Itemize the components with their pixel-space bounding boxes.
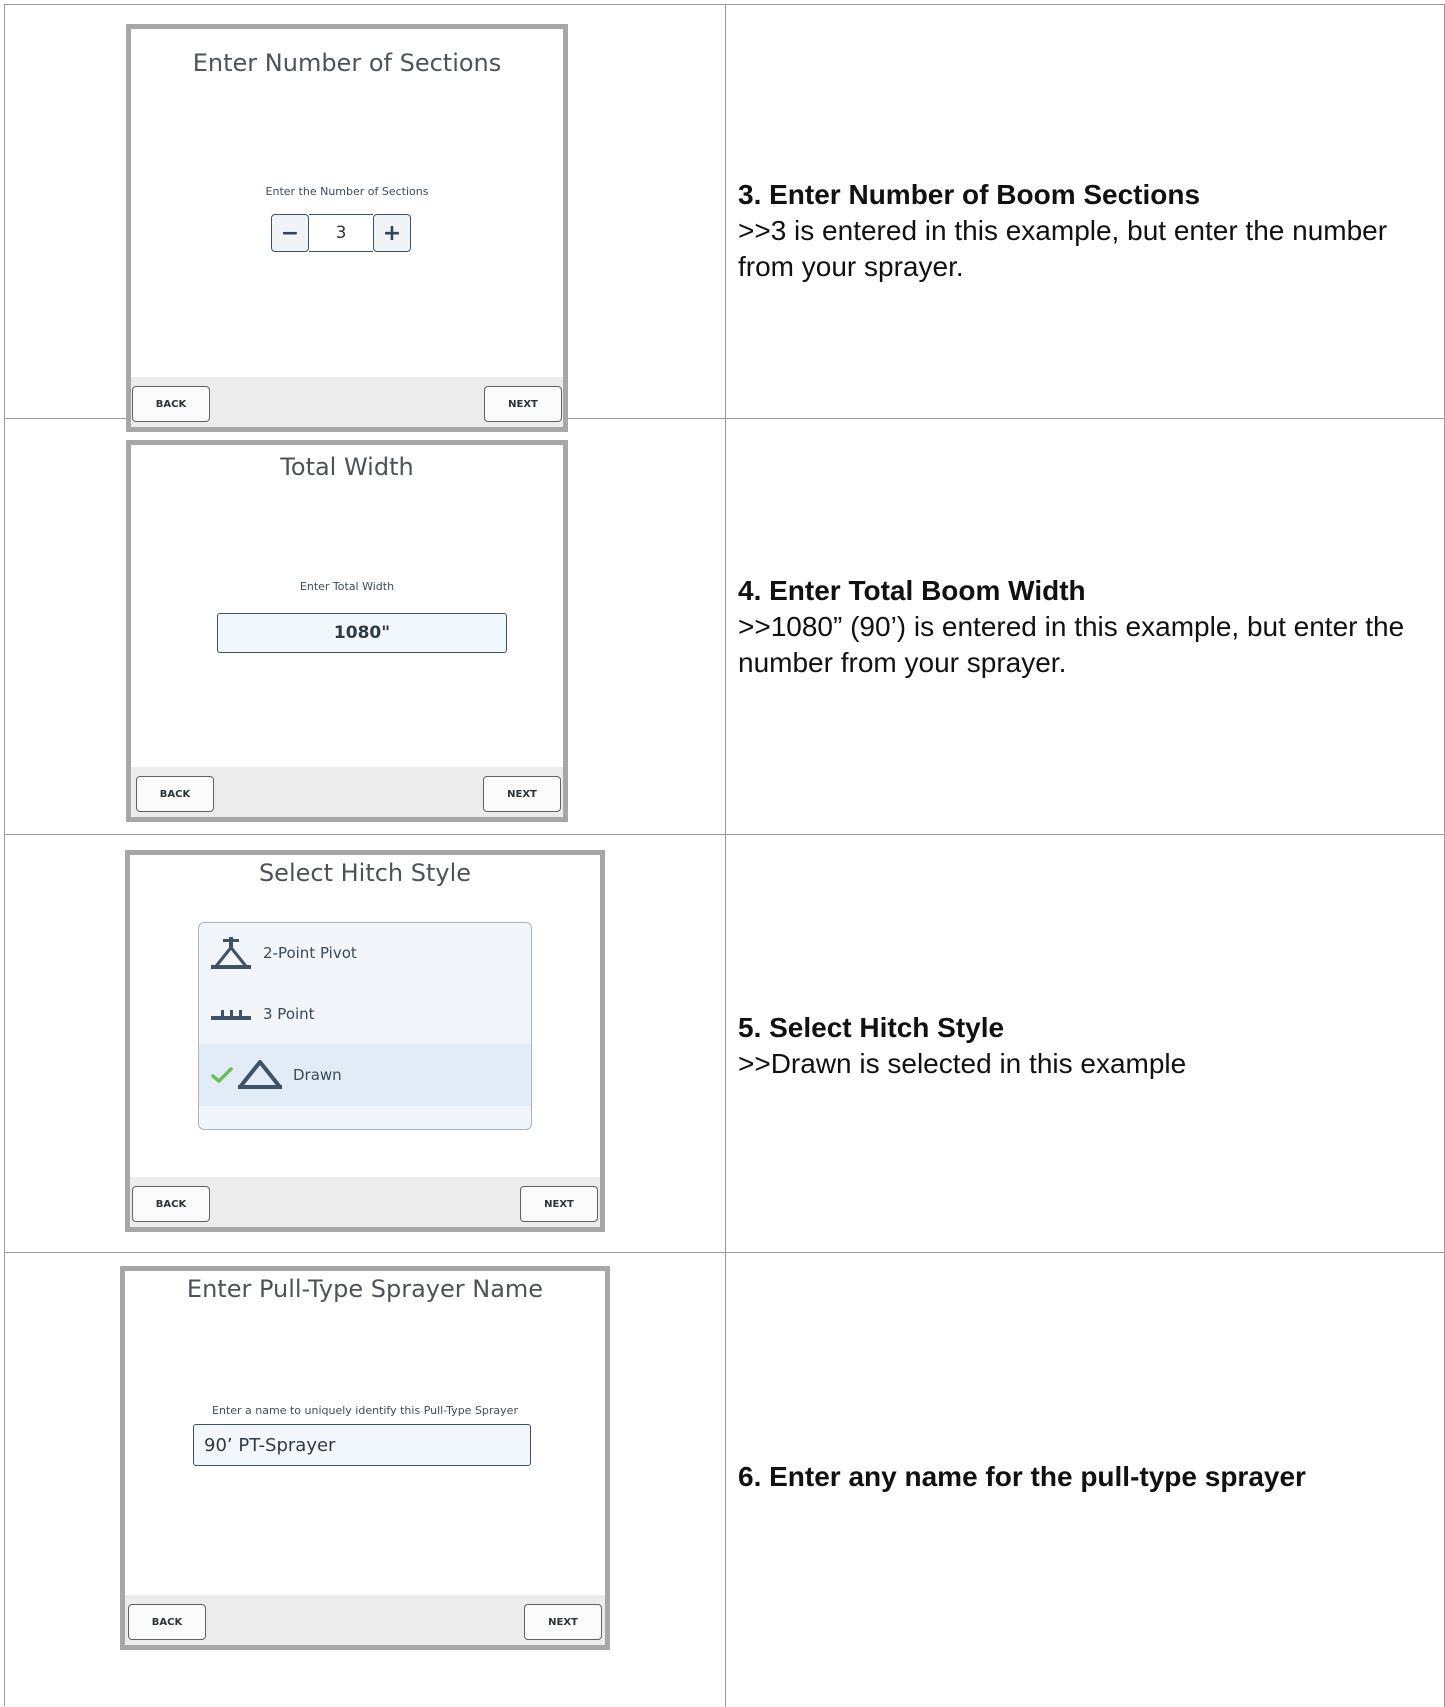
sprayer-name-screen: Enter Pull-Type Sprayer Name Enter a nam… xyxy=(120,1266,610,1650)
sections-value[interactable]: 3 xyxy=(309,214,373,252)
field-label: Enter a name to uniquely identify this P… xyxy=(212,1404,518,1417)
screen-footer: BACK NEXT xyxy=(131,767,563,817)
column-divider xyxy=(725,5,726,418)
screen-title: Enter Pull-Type Sprayer Name xyxy=(186,1275,544,1303)
column-divider xyxy=(725,1253,726,1707)
step-row: Enter Pull-Type Sprayer Name Enter a nam… xyxy=(5,1253,1445,1707)
column-divider xyxy=(725,835,726,1252)
hitch-option-label: 2-Point Pivot xyxy=(263,944,357,962)
sections-screen: Enter Number of Sections Enter the Numbe… xyxy=(126,24,568,432)
drawn-hitch-icon xyxy=(238,1060,282,1089)
back-button[interactable]: BACK xyxy=(132,386,210,422)
sprayer-name-input[interactable]: 90’ PT-Sprayer xyxy=(193,1424,531,1466)
screen-footer: BACK NEXT xyxy=(130,1177,600,1227)
field-label: Enter Total Width xyxy=(299,580,395,593)
hitch-option-label: 3 Point xyxy=(263,1005,315,1023)
step-heading: 6. Enter any name for the pull-type spra… xyxy=(738,1461,1306,1492)
two-point-pivot-icon xyxy=(211,937,251,969)
step-description: 6. Enter any name for the pull-type spra… xyxy=(738,1459,1428,1495)
step-heading: 5. Select Hitch Style xyxy=(738,1012,1005,1043)
hitch-option-3-point[interactable]: 3 Point xyxy=(199,986,531,1042)
step-note: >>1080” (90’) is entered in this example… xyxy=(738,611,1405,678)
field-label: Enter the Number of Sections xyxy=(265,185,429,198)
total-width-input[interactable]: 1080" xyxy=(217,613,507,653)
back-button[interactable]: BACK xyxy=(128,1604,206,1640)
step-description: 4. Enter Total Boom Width >>1080” (90’) … xyxy=(738,573,1428,681)
screen-footer: BACK NEXT xyxy=(125,1595,605,1645)
step-heading: 4. Enter Total Boom Width xyxy=(738,575,1086,606)
step-description: 5. Select Hitch Style >>Drawn is selecte… xyxy=(738,1010,1428,1082)
three-point-icon xyxy=(211,1010,251,1020)
total-width-screen: Total Width Enter Total Width 1080" BACK… xyxy=(126,440,568,822)
step-row: Total Width Enter Total Width 1080" BACK… xyxy=(5,419,1445,835)
instructions-table: Enter Number of Sections Enter the Numbe… xyxy=(4,4,1445,1707)
screen-title: Select Hitch Style xyxy=(258,859,472,887)
next-button[interactable]: NEXT xyxy=(483,776,561,812)
sections-stepper: − 3 + xyxy=(271,214,411,252)
hitch-option-drawn[interactable]: Drawn xyxy=(199,1044,531,1106)
column-divider xyxy=(725,419,726,834)
back-button[interactable]: BACK xyxy=(132,1186,210,1222)
step-note: >>3 is entered in this example, but ente… xyxy=(738,215,1388,282)
hitch-style-screen: Select Hitch Style 2-Point Pivot 3 Point… xyxy=(125,850,605,1232)
screen-title: Enter Number of Sections xyxy=(192,49,502,77)
next-button[interactable]: NEXT xyxy=(484,386,562,422)
step-heading: 3. Enter Number of Boom Sections xyxy=(738,179,1201,210)
step-row: Select Hitch Style 2-Point Pivot 3 Point… xyxy=(5,835,1445,1253)
next-button[interactable]: NEXT xyxy=(520,1186,598,1222)
check-icon xyxy=(211,1067,233,1083)
step-note: >>Drawn is selected in this example xyxy=(738,1048,1187,1079)
back-button[interactable]: BACK xyxy=(136,776,214,812)
hitch-option-2-point-pivot[interactable]: 2-Point Pivot xyxy=(199,925,531,981)
decrement-button[interactable]: − xyxy=(271,214,309,252)
hitch-style-list: 2-Point Pivot 3 Point Drawn xyxy=(198,922,532,1130)
screen-title: Total Width xyxy=(280,453,414,481)
increment-button[interactable]: + xyxy=(373,214,411,252)
step-row: Enter Number of Sections Enter the Numbe… xyxy=(5,5,1445,432)
step-description: 3. Enter Number of Boom Sections >>3 is … xyxy=(738,177,1428,285)
next-button[interactable]: NEXT xyxy=(524,1604,602,1640)
hitch-option-label: Drawn xyxy=(293,1066,342,1084)
